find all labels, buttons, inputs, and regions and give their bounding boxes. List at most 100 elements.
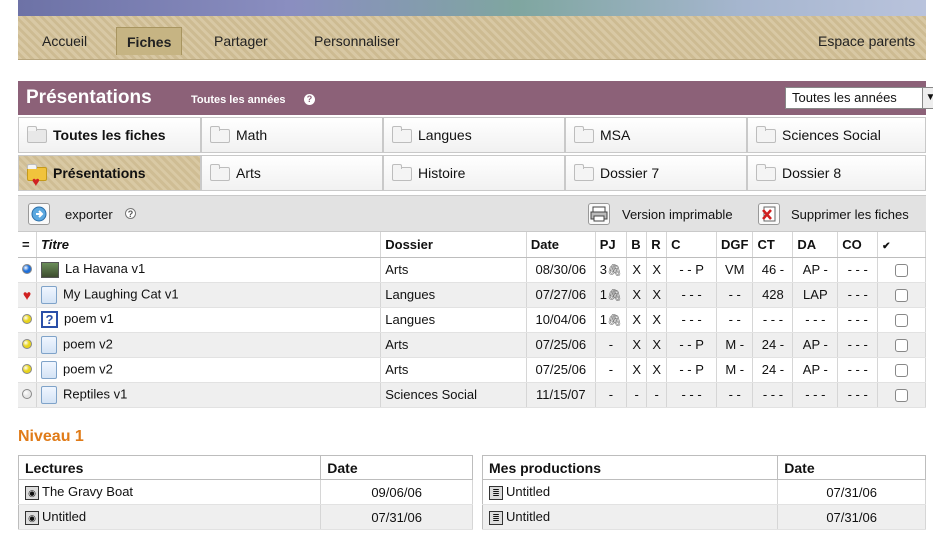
- delete-icon[interactable]: [758, 203, 780, 225]
- item-title[interactable]: Untitled: [42, 509, 86, 524]
- table-row[interactable]: La Havana v1 Arts 08/30/06 3🖇 X X - - P VM 46 -A…: [18, 257, 926, 283]
- folder-toutes-les-fiches[interactable]: Toutes les fiches: [18, 117, 201, 153]
- nav-personnaliser[interactable]: Personnaliser: [304, 27, 410, 55]
- pj-count: -: [608, 387, 614, 402]
- col-sort[interactable]: =: [18, 232, 37, 258]
- col-co[interactable]: CO: [837, 232, 879, 258]
- col-date[interactable]: Date: [777, 455, 926, 480]
- help-icon[interactable]: ?: [125, 208, 136, 219]
- row-checkbox[interactable]: [895, 389, 909, 403]
- table-row[interactable]: ≣ Untitled 07/31/06: [482, 504, 926, 530]
- print-version-link[interactable]: Version imprimable: [622, 207, 733, 222]
- folder-dossier-7[interactable]: Dossier 7: [565, 155, 747, 191]
- col-dossier[interactable]: Dossier: [380, 232, 527, 258]
- row-checkbox[interactable]: [895, 364, 909, 378]
- b-cell: X: [626, 332, 648, 358]
- help-icon[interactable]: ?: [304, 94, 315, 105]
- table-row[interactable]: poem v2 Arts 07/25/06- X X - - PM -24 - AP -- …: [18, 357, 926, 383]
- fiche-title[interactable]: La Havana v1: [65, 261, 145, 276]
- export-label[interactable]: exporter: [65, 207, 113, 222]
- nav-fiches[interactable]: Fiches: [116, 27, 183, 55]
- item-date: 07/31/06: [777, 504, 926, 530]
- export-icon[interactable]: [28, 203, 50, 225]
- fiche-title[interactable]: My Laughing Cat v1: [63, 286, 179, 301]
- folder-label: Langues: [418, 127, 472, 143]
- c-cell: - - -: [666, 382, 718, 408]
- title-cell[interactable]: poem v2: [36, 357, 382, 383]
- fiche-title[interactable]: poem v2: [63, 336, 113, 351]
- r-cell: X: [646, 332, 668, 358]
- col-date[interactable]: Date: [320, 455, 473, 480]
- table-row[interactable]: ≣ Untitled 07/31/06: [482, 479, 926, 505]
- co-cell: - - -: [837, 307, 879, 333]
- paperclip-icon: 🖇: [606, 263, 623, 277]
- folder-histoire[interactable]: Histoire: [383, 155, 565, 191]
- col-b[interactable]: B: [626, 232, 648, 258]
- folder-cell: Langues: [380, 282, 527, 308]
- table-row[interactable]: poem v2 Arts 07/25/06- X X - - PM -24 - AP -- …: [18, 332, 926, 358]
- page-subtitle: Toutes les années: [191, 94, 286, 106]
- select-cell[interactable]: [877, 257, 926, 283]
- select-cell[interactable]: [877, 332, 926, 358]
- r-cell: -: [646, 382, 668, 408]
- year-select[interactable]: Toutes les années ▼: [785, 87, 933, 109]
- table-row[interactable]: Reptiles v1 Sciences Social 11/15/07- - - - -…: [18, 382, 926, 408]
- delete-fiches-link[interactable]: Supprimer les fiches: [791, 207, 909, 222]
- nav-partager[interactable]: Partager: [204, 27, 278, 55]
- col-ct[interactable]: CT: [752, 232, 794, 258]
- col-c[interactable]: C: [666, 232, 718, 258]
- col-dgf[interactable]: DGF: [716, 232, 754, 258]
- col-pj[interactable]: PJ: [595, 232, 628, 258]
- row-checkbox[interactable]: [895, 264, 909, 278]
- title-cell[interactable]: ? poem v1: [36, 307, 382, 333]
- folder-icon: [756, 126, 776, 143]
- col-lectures[interactable]: Lectures: [18, 455, 322, 480]
- title-cell[interactable]: Reptiles v1: [36, 382, 382, 408]
- table-row[interactable]: ♥ My Laughing Cat v1 Langues 07/27/06 1🖇 X X - …: [18, 282, 926, 308]
- pj-count: 3: [599, 262, 607, 277]
- ct-cell: 24 -: [752, 332, 794, 358]
- b-cell: X: [626, 307, 648, 333]
- col-da[interactable]: DA: [792, 232, 839, 258]
- folder-math[interactable]: Math: [201, 117, 383, 153]
- folder-langues[interactable]: Langues: [383, 117, 565, 153]
- col-r[interactable]: R: [646, 232, 668, 258]
- fiche-title[interactable]: Reptiles v1: [63, 386, 127, 401]
- table-row[interactable]: ◉ The Gravy Boat 09/06/06: [18, 479, 473, 505]
- c-cell: - - -: [666, 282, 718, 308]
- folder-presentations[interactable]: Présentations: [18, 155, 201, 199]
- printer-icon[interactable]: [588, 203, 610, 225]
- table-row[interactable]: ◉ Untitled 07/31/06: [18, 504, 473, 530]
- row-checkbox[interactable]: [895, 314, 909, 328]
- select-cell[interactable]: [877, 382, 926, 408]
- title-cell[interactable]: poem v2: [36, 332, 382, 358]
- nav-accueil[interactable]: Accueil: [32, 27, 97, 55]
- select-all-toggle[interactable]: ✔︎: [877, 232, 926, 258]
- folder-msa[interactable]: MSA: [565, 117, 747, 153]
- col-productions[interactable]: Mes productions: [482, 455, 779, 480]
- folder-arts[interactable]: Arts: [201, 155, 383, 191]
- row-checkbox[interactable]: [895, 339, 909, 353]
- select-cell[interactable]: [877, 357, 926, 383]
- item-title[interactable]: Untitled: [506, 509, 550, 524]
- title-cell[interactable]: My Laughing Cat v1: [36, 282, 382, 308]
- select-cell[interactable]: [877, 307, 926, 333]
- fiche-title[interactable]: poem v1: [64, 311, 114, 326]
- da-cell: LAP: [792, 282, 839, 308]
- pj-cell: 1🖇: [595, 282, 628, 308]
- nav-espace-parents[interactable]: Espace parents: [808, 27, 925, 55]
- select-cell[interactable]: [877, 282, 926, 308]
- status-dot-icon: [22, 339, 32, 349]
- fiche-title[interactable]: poem v2: [63, 361, 113, 376]
- col-date[interactable]: Date: [526, 232, 596, 258]
- folder-sciences-social[interactable]: Sciences Social: [747, 117, 926, 153]
- item-title[interactable]: The Gravy Boat: [42, 484, 133, 499]
- document-icon: [41, 360, 57, 379]
- row-checkbox[interactable]: [895, 289, 909, 303]
- table-row[interactable]: ? poem v1 Langues 10/04/06 1🖇 X X - - -- -- - -…: [18, 307, 926, 333]
- title-cell[interactable]: La Havana v1: [36, 257, 382, 283]
- folder-dossier-8[interactable]: Dossier 8: [747, 155, 926, 191]
- col-titre[interactable]: Titre: [36, 232, 382, 258]
- document-icon: ≣: [489, 485, 503, 500]
- item-title[interactable]: Untitled: [506, 484, 550, 499]
